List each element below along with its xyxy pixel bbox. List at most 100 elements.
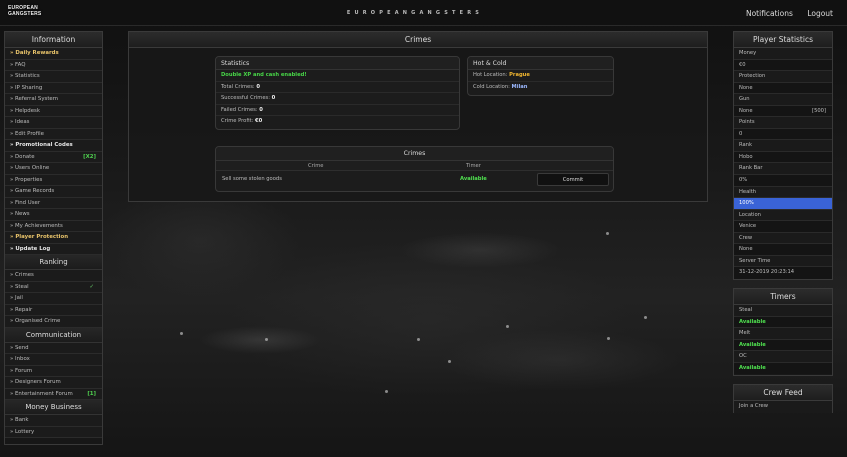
- ranking-list: » Crimes » Steal ✓ » Jail » Repair » Organise…: [5, 270, 102, 328]
- stat-value-text: None: [739, 246, 753, 253]
- sidebar-item-update-log[interactable]: » Update Log: [5, 243, 102, 255]
- sidebar-item-repair[interactable]: » Repair: [5, 304, 102, 316]
- sidebar-item-label: » Player Protection: [10, 234, 69, 240]
- sidebar-item-lottery[interactable]: » Lottery: [5, 426, 102, 438]
- stat-value: 31-12-2019 20:23:14: [734, 267, 832, 279]
- sidebar-item-faq[interactable]: » FAQ: [5, 59, 102, 71]
- crime-profit-label: Crime Profit:: [221, 118, 256, 124]
- sidebar-item-send[interactable]: » Send: [5, 342, 102, 354]
- sidebar-item-label: » Referral System: [10, 96, 58, 102]
- checkmark-icon: ✓: [89, 283, 94, 290]
- successful-crimes-value: 0: [271, 95, 276, 101]
- sidebar-item-label: » Bank: [10, 417, 29, 423]
- timer-status: Available: [734, 339, 832, 352]
- stat-label-text: Protection: [739, 73, 766, 80]
- sidebar-item-label: » Forum: [10, 367, 33, 374]
- sidebar-item-promotional-codes[interactable]: » Promotional Codes: [5, 140, 102, 152]
- sidebar-item-label: » Designers Forum: [10, 379, 61, 385]
- sidebar-item-users-online[interactable]: » Users Online: [5, 163, 102, 175]
- sidebar-item-label: » Update Log: [10, 245, 51, 252]
- hot-location-value: Prague: [509, 72, 530, 78]
- sidebar-item-organised-crime[interactable]: » Organised Crime: [5, 316, 102, 328]
- sidebar-item-find-user[interactable]: » Find User: [5, 197, 102, 209]
- sidebar-item-label: » Lottery: [10, 428, 35, 435]
- top-links: Notifications Logout: [734, 9, 833, 18]
- sidebar-item-my-achievements[interactable]: » My Achievements: [5, 220, 102, 232]
- join-crew-link[interactable]: Join a Crew: [734, 401, 832, 413]
- stat-value-text: None: [739, 84, 753, 91]
- sidebar-item-label: » IP Sharing: [10, 84, 43, 91]
- sidebar-item-donate[interactable]: » Donate [X2]: [5, 151, 102, 163]
- timers-list: Steal Available Melt Available OC Available: [734, 305, 832, 375]
- stat-value: None [500]: [734, 105, 832, 118]
- communication-title: Communication: [5, 327, 102, 343]
- sidebar-item-daily-rewards[interactable]: » Daily Rewards: [5, 48, 102, 60]
- top-bar: European Gangsters EUROPEANGANGSTERS Not…: [0, 0, 847, 26]
- site-logo[interactable]: European Gangsters: [8, 5, 44, 21]
- crimes-panel: Crimes Statistics Double XP and cash ena…: [128, 31, 708, 202]
- commit-button[interactable]: Commit: [537, 173, 609, 186]
- crimes-page-title: Crimes: [129, 32, 707, 48]
- logout-link[interactable]: Logout: [807, 9, 833, 18]
- sidebar-item-edit-profile[interactable]: » Edit Profile: [5, 128, 102, 140]
- sidebar-item-ip-sharing[interactable]: » IP Sharing: [5, 82, 102, 94]
- sidebar-item-inbox[interactable]: » Inbox: [5, 354, 102, 366]
- notifications-link[interactable]: Notifications: [746, 9, 793, 18]
- crime-timer-status: Available: [460, 176, 487, 182]
- stat-label-server-time: Server Time: [734, 255, 832, 268]
- sidebar-item-crimes[interactable]: » Crimes: [5, 270, 102, 282]
- stat-value-text: 31-12-2019 20:23:14: [739, 269, 795, 276]
- sidebar-item-label: » Crimes: [10, 272, 34, 278]
- sidebar-item-properties[interactable]: » Properties: [5, 174, 102, 186]
- sidebar-item-entertainment-forum[interactable]: » Entertainment Forum [1]: [5, 388, 102, 400]
- stat-label-gun: Gun: [734, 94, 832, 106]
- successful-crimes: Successful Crimes: 0: [216, 93, 459, 105]
- sidebar-item-label: » Users Online: [10, 165, 50, 171]
- stat-label-text: Crew: [739, 234, 753, 241]
- sidebar-item-statistics[interactable]: » Statistics: [5, 71, 102, 83]
- timer-label-oc: OC: [734, 351, 832, 363]
- stat-label-text: Location: [739, 211, 761, 218]
- table-row: Sell some stolen goods Available Commit: [216, 171, 613, 188]
- statistics-box: Statistics Double XP and cash enabled! T…: [215, 56, 460, 130]
- column-timer: Timer: [466, 163, 481, 169]
- total-crimes-label: Total Crimes:: [221, 83, 257, 90]
- sidebar-item-news[interactable]: » News: [5, 209, 102, 221]
- communication-list: » Send » Inbox » Forum » Designers Forum » E…: [5, 342, 102, 400]
- stat-value-text: €0: [739, 61, 746, 68]
- cold-location-value: Milan: [511, 83, 528, 90]
- sidebar-item-jail[interactable]: » Jail: [5, 293, 102, 305]
- player-statistics-list: Money €0 Protection None Gun None [500] Points 0…: [734, 48, 832, 279]
- sidebar-item-player-protection[interactable]: » Player Protection: [5, 232, 102, 244]
- stat-value: €0: [734, 59, 832, 72]
- sidebar-item-referral-system[interactable]: » Referral System: [5, 94, 102, 106]
- stat-value-text: 0%: [739, 177, 748, 184]
- sidebar-item-label: » My Achievements: [10, 222, 63, 229]
- stat-value: None: [734, 82, 832, 95]
- sidebar-item-label: » Edit Profile: [10, 130, 44, 137]
- count-badge: [1]: [87, 390, 96, 397]
- stat-label-text: Points: [739, 119, 755, 126]
- sidebar-item-helpdesk[interactable]: » Helpdesk: [5, 105, 102, 117]
- crimes-table-header: Crime Timer: [216, 161, 613, 171]
- sidebar-item-label: » Game Records: [10, 188, 55, 194]
- stat-label-points: Points: [734, 117, 832, 129]
- stat-value-text: Hobo: [739, 153, 753, 160]
- stat-label-text: Health: [739, 188, 757, 195]
- sidebar-item-forum[interactable]: » Forum: [5, 365, 102, 377]
- sidebar-item-ideas[interactable]: » Ideas: [5, 117, 102, 129]
- crime-profit-value: €0: [255, 118, 263, 124]
- cold-location-label: Cold Location:: [473, 83, 512, 90]
- stat-label-money: Money: [734, 48, 832, 60]
- sidebar-item-game-records[interactable]: » Game Records: [5, 186, 102, 198]
- money-business-title: Money Business: [5, 400, 102, 415]
- sidebar-item-bank[interactable]: » Bank: [5, 415, 102, 427]
- timers-panel: Timers Steal Available Melt Available OC Avai…: [733, 288, 833, 376]
- stat-value: Hobo: [734, 151, 832, 164]
- sidebar-item-steal[interactable]: » Steal ✓: [5, 281, 102, 293]
- sidebar-item-designers-forum[interactable]: » Designers Forum: [5, 377, 102, 389]
- total-crimes: Total Crimes: 0: [216, 82, 459, 93]
- stat-label-text: Server Time: [739, 257, 771, 264]
- crime-profit: Crime Profit: €0: [216, 116, 459, 128]
- player-statistics-panel: Player Statistics Money €0 Protection None G…: [733, 31, 833, 280]
